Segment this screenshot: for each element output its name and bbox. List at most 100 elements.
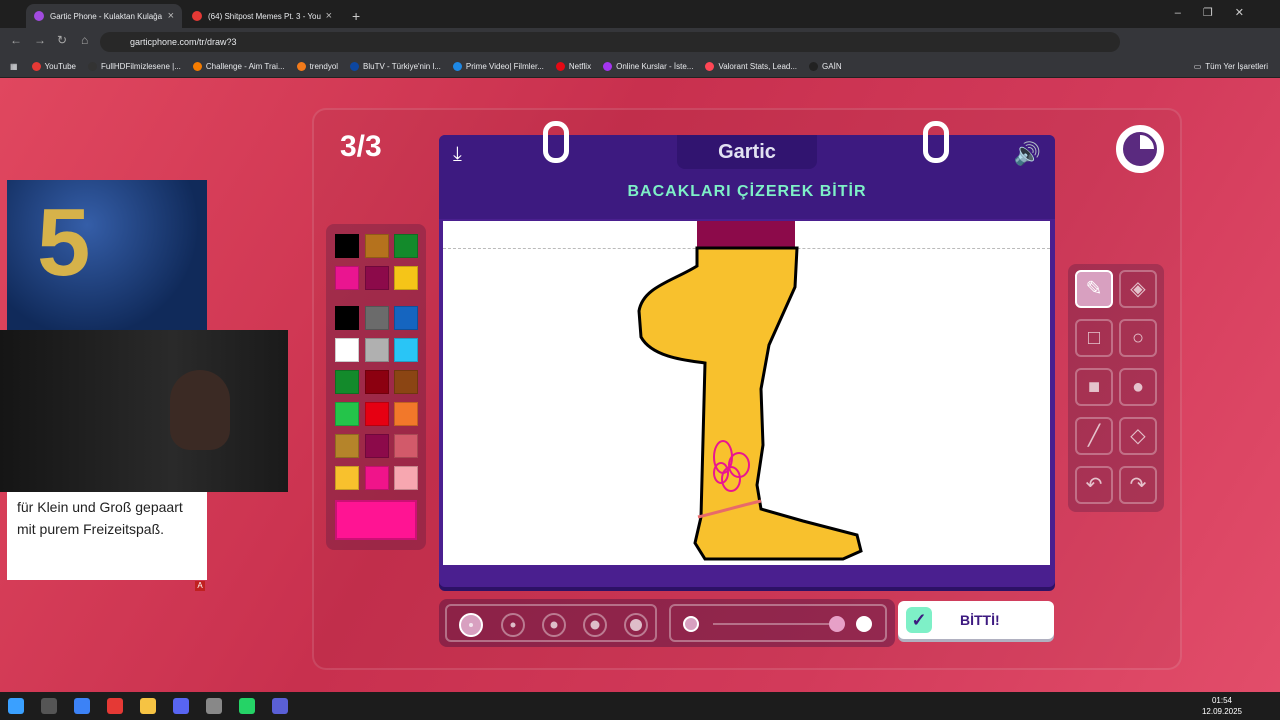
ad-headline: 5 xyxy=(37,189,91,296)
color-swatch-dark-green[interactable] xyxy=(335,370,359,394)
opacity-handle[interactable] xyxy=(829,616,845,632)
rectangle-outline-tool-icon[interactable]: □ xyxy=(1075,319,1113,357)
opacity-track[interactable] xyxy=(713,623,843,625)
bookmark-challenge[interactable]: Challenge - Aim Trai... xyxy=(192,62,285,71)
system-clock[interactable]: 01:54 12.09.2025 xyxy=(1202,695,1242,717)
start-icon[interactable] xyxy=(8,698,24,714)
color-swatch-light-green[interactable] xyxy=(335,402,359,426)
brush-size-3[interactable] xyxy=(542,613,566,637)
opacity-slider[interactable] xyxy=(669,604,887,642)
color-swatch-plum[interactable] xyxy=(365,434,389,458)
redo-icon[interactable]: ↷ xyxy=(1119,466,1157,504)
ad-text: für Klein und Groß gepaart mit purem Fre… xyxy=(17,499,183,537)
color-swatch-ochre[interactable] xyxy=(335,434,359,458)
color-swatch-blue[interactable] xyxy=(394,306,418,330)
brush-size-1[interactable] xyxy=(459,613,483,637)
opacity-high-icon xyxy=(856,616,872,632)
bookmark-udemy[interactable]: Online Kurslar - İste... xyxy=(603,62,693,71)
rectangle-fill-tool-icon[interactable]: ■ xyxy=(1075,368,1113,406)
color-swatch-dark-red[interactable] xyxy=(365,370,389,394)
steam-icon[interactable] xyxy=(206,698,222,714)
color-swatch-magenta[interactable] xyxy=(365,466,389,490)
color-swatch-white[interactable] xyxy=(335,338,359,362)
folder-icon: ▭ xyxy=(1193,62,1202,71)
bookmark-trendyol[interactable]: trendyol xyxy=(296,62,338,71)
url-field[interactable]: garticphone.com/tr/draw?3 xyxy=(100,32,1120,52)
bookmark-gain[interactable]: GAİN xyxy=(809,62,842,71)
ellipse-outline-tool-icon[interactable]: ○ xyxy=(1119,319,1157,357)
color-swatch-rose[interactable] xyxy=(394,434,418,458)
color-swatch-brown[interactable] xyxy=(365,234,389,258)
brush-size-2[interactable] xyxy=(501,613,525,637)
bookmark-label: Prime Video| Filmler... xyxy=(465,62,544,71)
bookmark-label: Challenge - Aim Trai... xyxy=(205,62,285,71)
color-swatch-light-pink[interactable] xyxy=(394,466,418,490)
discord-icon[interactable] xyxy=(173,698,189,714)
speaker-icon[interactable]: 🔊 xyxy=(1014,141,1041,167)
window-controls[interactable]: –❐✕ xyxy=(1175,6,1266,19)
done-button-label: BİTTİ! xyxy=(960,612,1000,628)
color-swatch-black-2[interactable] xyxy=(335,306,359,330)
all-bookmarks[interactable]: ▭ Tüm Yer İşaretleri xyxy=(1194,62,1268,71)
file-explorer-icon[interactable] xyxy=(140,698,156,714)
color-swatch-yellow[interactable] xyxy=(394,266,418,290)
whatsapp-icon[interactable] xyxy=(239,698,255,714)
bookmark-netflix[interactable]: Netflix xyxy=(555,62,592,71)
ad-image: 5 xyxy=(7,180,207,330)
opacity-low-icon xyxy=(683,616,699,632)
windows-taskbar: 01:54 12.09.2025 xyxy=(0,692,1280,720)
gartic-favicon-icon xyxy=(34,11,44,21)
color-swatch-gold[interactable] xyxy=(335,466,359,490)
color-swatch-black[interactable] xyxy=(335,234,359,258)
home-icon[interactable]: ⌂ xyxy=(81,33,88,47)
new-tab-button[interactable]: + xyxy=(344,4,364,28)
color-swatch-maroon[interactable] xyxy=(365,266,389,290)
pencil-tool-icon[interactable]: ✎ xyxy=(1075,270,1113,308)
color-swatch-pink[interactable] xyxy=(335,266,359,290)
close-tab-icon[interactable]: × xyxy=(326,10,332,22)
bookmark-valorant[interactable]: Valorant Stats, Lead... xyxy=(705,62,797,71)
bookmark-prime[interactable]: Prime Video| Filmler... xyxy=(452,62,544,71)
teams-icon[interactable] xyxy=(272,698,288,714)
brush-size-5[interactable] xyxy=(624,613,648,637)
chrome-icon[interactable] xyxy=(107,698,123,714)
close-tab-icon[interactable]: × xyxy=(168,10,174,22)
color-swatch-gray[interactable] xyxy=(365,306,389,330)
download-icon[interactable]: ⤓ xyxy=(453,143,462,166)
color-swatch-light-gray[interactable] xyxy=(365,338,389,362)
bookmark-fullhd[interactable]: FullHDFilmizlesene |... xyxy=(88,62,181,71)
tab-title: (64) Shitpost Memes Pt. 3 - You xyxy=(208,11,321,21)
forward-icon[interactable]: → xyxy=(34,33,46,47)
reload-icon[interactable]: ↻ xyxy=(57,33,67,47)
back-icon[interactable]: ← xyxy=(10,33,22,47)
done-button[interactable]: ✓ BİTTİ! xyxy=(898,601,1054,639)
bookmark-label: Netflix xyxy=(568,62,592,71)
color-swatch-orange[interactable] xyxy=(394,402,418,426)
color-swatch-cyan[interactable] xyxy=(394,338,418,362)
drawing xyxy=(637,221,863,561)
brush-size-4[interactable] xyxy=(583,613,607,637)
copilot-icon[interactable] xyxy=(74,698,90,714)
eraser-tool-icon[interactable]: ◈ xyxy=(1119,270,1157,308)
streamer-silhouette xyxy=(170,370,230,450)
tab-gartic[interactable]: Gartic Phone - Kulaktan Kulağa × xyxy=(26,4,182,28)
color-swatch-red[interactable] xyxy=(365,402,389,426)
color-swatch-saddle-brown[interactable] xyxy=(394,370,418,394)
ellipse-fill-tool-icon[interactable]: ● xyxy=(1119,368,1157,406)
drawing-canvas[interactable] xyxy=(443,221,1050,565)
round-counter: 3/3 xyxy=(340,130,382,163)
apps-icon[interactable]: ▦ xyxy=(10,62,18,71)
selected-color-preview[interactable] xyxy=(335,500,417,540)
browser-tab-strip: Gartic Phone - Kulaktan Kulağa × (64) Sh… xyxy=(0,0,1280,28)
tab-youtube[interactable]: (64) Shitpost Memes Pt. 3 - You × xyxy=(184,4,340,28)
undo-icon[interactable]: ↶ xyxy=(1075,466,1113,504)
line-tool-icon[interactable]: ╱ xyxy=(1075,417,1113,455)
bookmark-blutv[interactable]: BluTV - Türkiye'nin l... xyxy=(350,62,441,71)
checkmark-icon: ✓ xyxy=(906,607,932,633)
color-swatch-green[interactable] xyxy=(394,234,418,258)
bookmarks-bar: ▦ YouTube FullHDFilmizlesene |... Challe… xyxy=(0,56,1280,78)
bookmark-youtube[interactable]: YouTube xyxy=(31,62,76,71)
youtube-favicon-icon xyxy=(192,11,202,21)
fill-bucket-tool-icon[interactable]: ◇ xyxy=(1119,417,1157,455)
search-icon[interactable] xyxy=(41,698,57,714)
